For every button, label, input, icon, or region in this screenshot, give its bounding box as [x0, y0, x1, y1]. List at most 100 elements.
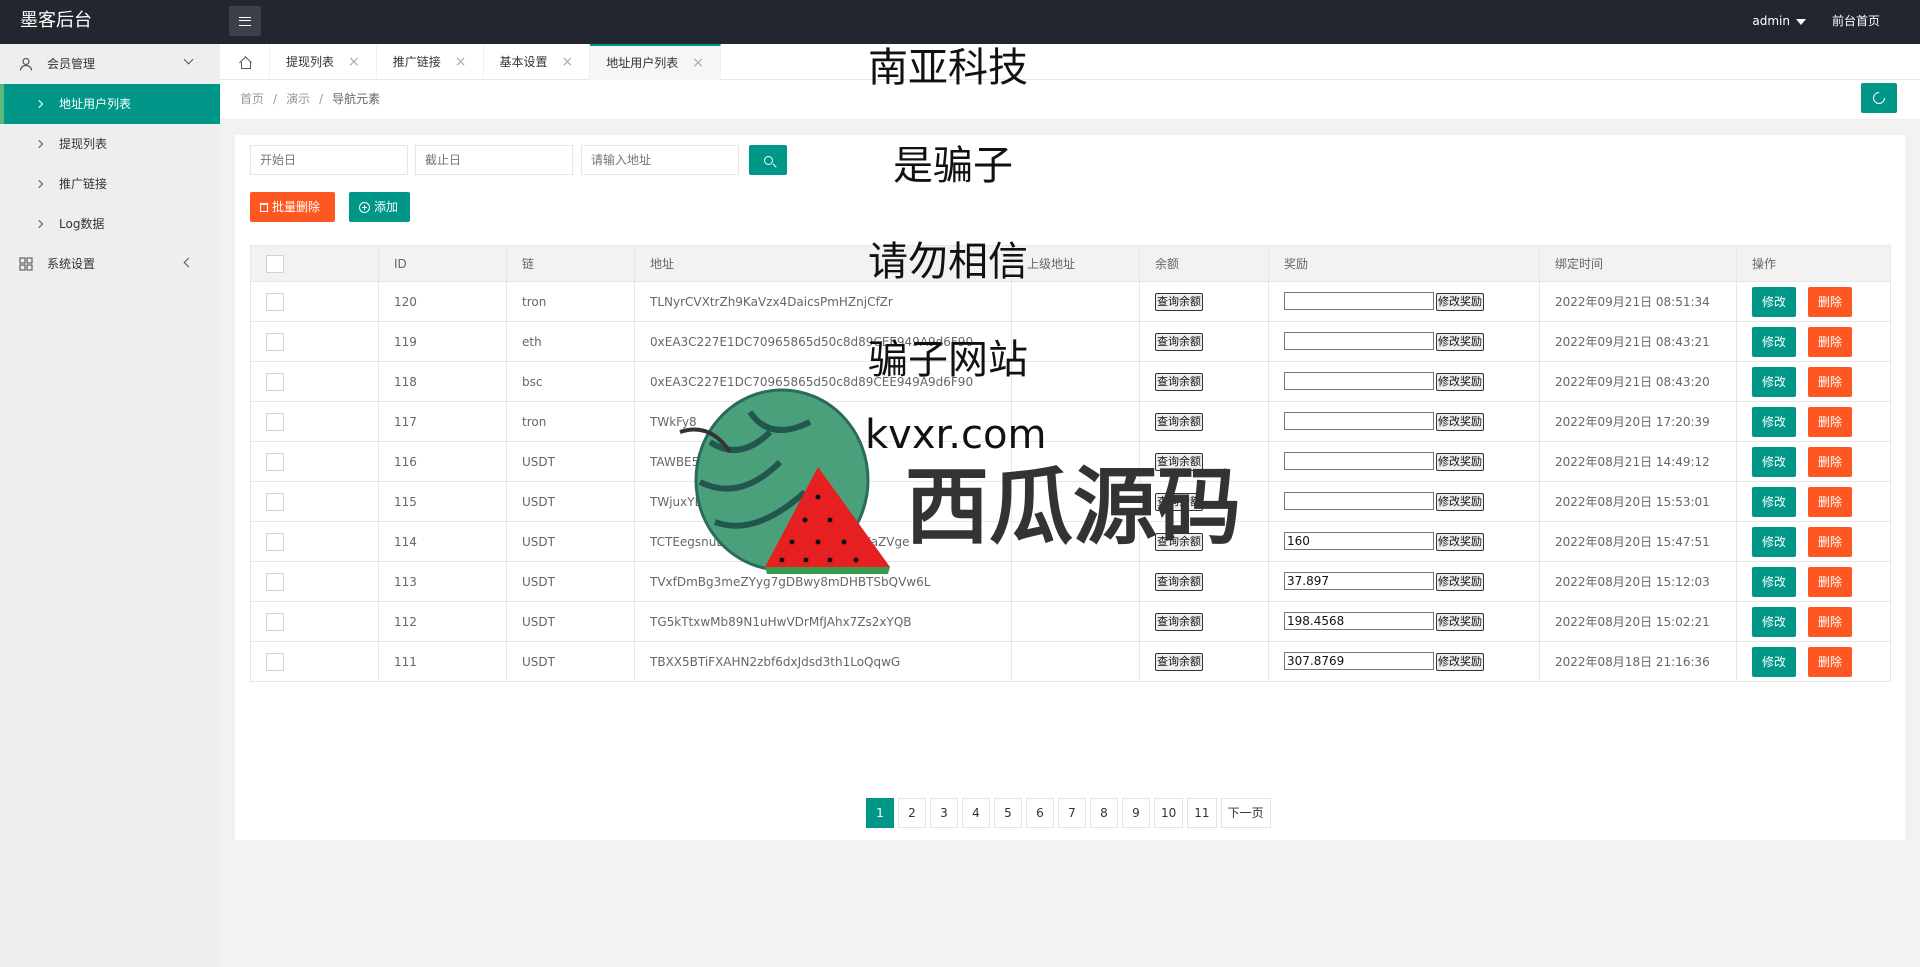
reward-input[interactable]: [1284, 332, 1434, 351]
modify-reward-button[interactable]: 修改奖励: [1436, 532, 1484, 551]
query-balance-button[interactable]: 查询余额: [1155, 332, 1203, 351]
edit-button[interactable]: 修改: [1752, 646, 1796, 677]
delete-button[interactable]: 删除: [1808, 566, 1852, 597]
row-checkbox[interactable]: [266, 452, 284, 471]
row-checkbox[interactable]: [266, 372, 284, 391]
tab-promo-links[interactable]: 推广链接 ×: [377, 44, 484, 80]
row-checkbox[interactable]: [266, 652, 284, 671]
modify-reward-button[interactable]: 修改奖励: [1436, 572, 1484, 591]
page-9[interactable]: 9: [1122, 798, 1150, 828]
delete-button[interactable]: 删除: [1808, 406, 1852, 437]
reward-input[interactable]: 37.897: [1284, 572, 1434, 591]
sidebar-item-withdrawals[interactable]: 提现列表: [0, 124, 220, 164]
edit-button[interactable]: 修改: [1752, 286, 1796, 317]
edit-button[interactable]: 修改: [1752, 566, 1796, 597]
breadcrumb-demo[interactable]: 演示: [286, 92, 310, 106]
modify-reward-button[interactable]: 修改奖励: [1436, 612, 1484, 631]
sidebar-item-log-data[interactable]: Log数据: [0, 204, 220, 244]
menu-toggle-button[interactable]: [229, 6, 261, 36]
address-search-input[interactable]: [581, 145, 739, 175]
row-checkbox[interactable]: [266, 292, 284, 311]
modify-reward-button[interactable]: 修改奖励: [1436, 652, 1484, 671]
add-button[interactable]: 添加: [349, 192, 410, 222]
sidebar-item-promo-links[interactable]: 推广链接: [0, 164, 220, 204]
breadcrumb-home[interactable]: 首页: [240, 92, 264, 106]
page-5[interactable]: 5: [994, 798, 1022, 828]
sidebar-group-members[interactable]: 会员管理: [0, 44, 220, 84]
delete-button[interactable]: 删除: [1808, 606, 1852, 637]
page-1[interactable]: 1: [866, 798, 894, 828]
page-10[interactable]: 10: [1154, 798, 1184, 828]
reward-input[interactable]: [1284, 412, 1434, 431]
delete-button[interactable]: 删除: [1808, 486, 1852, 517]
search-button[interactable]: [749, 145, 787, 175]
modify-reward-button[interactable]: 修改奖励: [1436, 332, 1484, 351]
row-checkbox[interactable]: [266, 332, 284, 351]
edit-button[interactable]: 修改: [1752, 606, 1796, 637]
close-icon[interactable]: ×: [455, 44, 467, 80]
reward-input[interactable]: 198.4568: [1284, 612, 1434, 631]
sidebar-item-address-users[interactable]: 地址用户列表: [0, 84, 220, 124]
row-checkbox[interactable]: [266, 532, 284, 551]
select-all-checkbox[interactable]: [266, 254, 284, 273]
modify-reward-button[interactable]: 修改奖励: [1436, 452, 1484, 471]
close-icon[interactable]: ×: [692, 47, 704, 79]
modify-reward-button[interactable]: 修改奖励: [1436, 492, 1484, 511]
modify-reward-button[interactable]: 修改奖励: [1436, 292, 1484, 311]
query-balance-button[interactable]: 查询余额: [1155, 292, 1203, 311]
reward-input[interactable]: 307.8769: [1284, 652, 1434, 671]
tab-basic-settings[interactable]: 基本设置 ×: [484, 44, 591, 80]
tab-withdrawals[interactable]: 提现列表 ×: [270, 44, 377, 80]
refresh-button[interactable]: [1861, 83, 1897, 113]
batch-delete-button[interactable]: 批量删除: [250, 192, 335, 222]
tab-address-users[interactable]: 地址用户列表 ×: [590, 44, 721, 80]
next-page-button[interactable]: 下一页: [1220, 798, 1271, 828]
reward-input[interactable]: [1284, 492, 1434, 511]
sidebar-group-settings[interactable]: 系统设置: [0, 244, 220, 284]
edit-button[interactable]: 修改: [1752, 326, 1796, 357]
modify-reward-button[interactable]: 修改奖励: [1436, 372, 1484, 391]
page-6[interactable]: 6: [1026, 798, 1054, 828]
close-icon[interactable]: ×: [562, 44, 574, 80]
header-select-all[interactable]: [250, 245, 379, 282]
page-7[interactable]: 7: [1058, 798, 1086, 828]
edit-button[interactable]: 修改: [1752, 486, 1796, 517]
reward-input[interactable]: [1284, 292, 1434, 311]
reward-input[interactable]: [1284, 452, 1434, 471]
edit-button[interactable]: 修改: [1752, 406, 1796, 437]
page-2[interactable]: 2: [898, 798, 926, 828]
edit-button[interactable]: 修改: [1752, 446, 1796, 477]
cell-balance: 查询余额: [1139, 321, 1269, 362]
page-11[interactable]: 11: [1187, 798, 1217, 828]
row-checkbox[interactable]: [266, 412, 284, 431]
delete-button[interactable]: 删除: [1808, 646, 1852, 677]
query-balance-button[interactable]: 查询余额: [1155, 412, 1203, 431]
query-balance-button[interactable]: 查询余额: [1155, 572, 1203, 591]
edit-button[interactable]: 修改: [1752, 526, 1796, 557]
edit-button[interactable]: 修改: [1752, 366, 1796, 397]
delete-button[interactable]: 删除: [1808, 446, 1852, 477]
delete-button[interactable]: 删除: [1808, 286, 1852, 317]
query-balance-button[interactable]: 查询余额: [1155, 612, 1203, 631]
query-balance-button[interactable]: 查询余额: [1155, 372, 1203, 391]
delete-button[interactable]: 删除: [1808, 526, 1852, 557]
row-checkbox[interactable]: [266, 612, 284, 631]
row-checkbox[interactable]: [266, 492, 284, 511]
start-date-input[interactable]: [250, 145, 408, 175]
delete-button[interactable]: 删除: [1808, 366, 1852, 397]
modify-reward-button[interactable]: 修改奖励: [1436, 412, 1484, 431]
page-4[interactable]: 4: [962, 798, 990, 828]
query-balance-button[interactable]: 查询余额: [1155, 652, 1203, 671]
tab-home[interactable]: [220, 44, 270, 80]
reward-input[interactable]: 160: [1284, 532, 1434, 551]
page-8[interactable]: 8: [1090, 798, 1118, 828]
user-menu[interactable]: admin: [1752, 0, 1806, 42]
row-checkbox[interactable]: [266, 572, 284, 591]
delete-button[interactable]: 删除: [1808, 326, 1852, 357]
cell-reward: 修改奖励: [1268, 481, 1540, 522]
end-date-input[interactable]: [415, 145, 573, 175]
close-icon[interactable]: ×: [348, 44, 360, 80]
page-3[interactable]: 3: [930, 798, 958, 828]
reward-input[interactable]: [1284, 372, 1434, 391]
frontend-home-link[interactable]: 前台首页: [1832, 0, 1880, 42]
